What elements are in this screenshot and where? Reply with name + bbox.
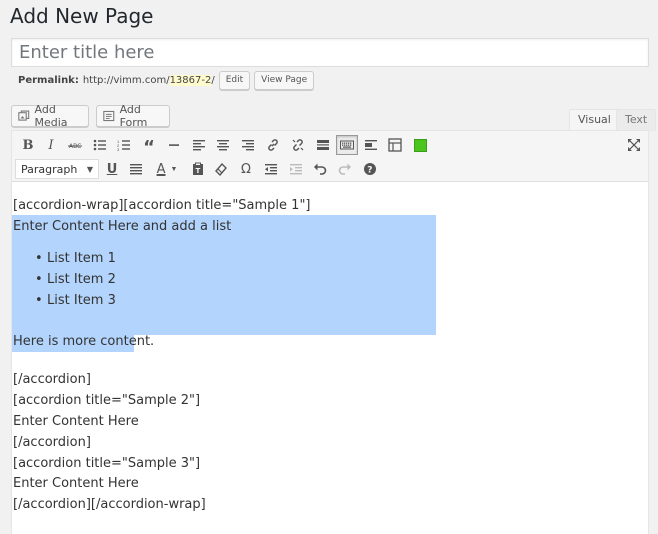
layout-button[interactable] <box>384 135 406 155</box>
svg-text:?: ? <box>367 166 372 176</box>
content-line: [/accordion][/accordion-wrap] <box>13 497 206 512</box>
permalink-row: Permalink: http://vimm.com/13867-2/ Edit… <box>18 70 315 90</box>
indent-icon <box>290 164 302 175</box>
special-character-button[interactable]: Ω <box>235 159 257 179</box>
content-line: Here is more content. <box>13 334 155 349</box>
fullscreen-button[interactable] <box>623 135 645 155</box>
permalink-label: Permalink: <box>18 74 79 86</box>
tab-text[interactable]: Text <box>616 109 657 131</box>
insert-link-button[interactable] <box>262 135 284 155</box>
list-item: List Item 2 <box>35 270 116 291</box>
link-icon <box>268 139 278 151</box>
omega-icon: Ω <box>241 161 251 177</box>
fullscreen-icon <box>628 139 640 151</box>
add-form-label: Add Form <box>119 103 148 129</box>
tab-visual[interactable]: Visual <box>569 109 620 131</box>
numbered-list-icon: 123 <box>117 139 130 152</box>
format-select[interactable]: Paragraph ▼ <box>15 159 99 179</box>
align-left-icon <box>193 140 205 151</box>
form-icon <box>103 110 115 122</box>
list-item: List Item 1 <box>35 249 116 270</box>
chevron-down-icon: ▼ <box>170 165 178 173</box>
redo-icon <box>338 163 351 175</box>
layout-icon <box>388 138 402 152</box>
align-center-icon <box>217 140 229 151</box>
outdent-icon <box>265 164 277 175</box>
content-line: [accordion-wrap][accordion title="Sample… <box>13 198 311 213</box>
view-page-button[interactable]: View Page <box>254 70 315 90</box>
outdent-button[interactable] <box>260 159 282 179</box>
bold-icon: B <box>22 137 34 153</box>
page-title: Add New Page <box>10 4 154 28</box>
remove-link-button[interactable] <box>287 135 309 155</box>
toolbar-toggle-button[interactable] <box>336 135 358 155</box>
text-color-button[interactable]: A ▼ <box>150 159 184 179</box>
list-item: List Item 3 <box>35 291 116 312</box>
justify-button[interactable] <box>125 159 147 179</box>
align-right-button[interactable] <box>237 135 259 155</box>
underline-button[interactable]: U <box>101 159 123 179</box>
underline-icon: U <box>106 161 118 177</box>
add-media-button[interactable]: Add Media <box>11 103 89 129</box>
italic-icon: I <box>48 137 54 153</box>
shortcode-button[interactable] <box>360 135 382 155</box>
help-button[interactable]: ? <box>359 159 381 179</box>
read-more-icon <box>317 140 329 150</box>
align-center-button[interactable] <box>212 135 234 155</box>
editor: B I ABC 123 “ Paragraph ▼ U A▼ T Ω ? <box>11 130 649 534</box>
undo-icon <box>314 163 327 175</box>
indent-button[interactable] <box>285 159 307 179</box>
read-more-button[interactable] <box>312 135 334 155</box>
strikethrough-button[interactable]: ABC <box>64 135 86 155</box>
content-line: [/accordion] <box>13 435 91 450</box>
content-line: Enter Content Here <box>13 414 139 429</box>
unlink-icon <box>292 139 304 151</box>
content-line: [accordion title="Sample 3"] <box>13 456 201 471</box>
keyboard-icon <box>340 140 354 150</box>
svg-text:T: T <box>196 167 201 175</box>
bullet-list-icon <box>93 139 106 151</box>
blockquote-button[interactable]: “ <box>138 135 160 158</box>
align-block-icon <box>365 140 377 150</box>
chevron-down-icon: ▼ <box>86 164 93 174</box>
format-select-value: Paragraph <box>21 162 78 176</box>
justify-icon <box>130 164 142 175</box>
editor-toolbar: B I ABC 123 “ Paragraph ▼ U A▼ T Ω ? <box>12 131 648 182</box>
content-line: Enter Content Here <box>13 476 139 491</box>
help-icon: ? <box>364 163 376 176</box>
add-form-button[interactable]: Add Form <box>96 103 170 129</box>
text-color-icon: A <box>156 161 166 177</box>
add-media-icon <box>18 110 30 121</box>
permalink-url-base: http://vimm.com/ <box>82 74 170 86</box>
align-right-icon <box>242 140 254 151</box>
add-media-label: Add Media <box>34 103 68 129</box>
content-line: [accordion title="Sample 2"] <box>13 393 201 408</box>
clipboard-icon: T <box>193 162 203 175</box>
bold-button[interactable]: B <box>17 135 39 155</box>
content-line: Enter Content Here and add a list <box>13 219 232 234</box>
permalink-suffix: / <box>211 74 215 86</box>
clear-formatting-button[interactable] <box>210 159 232 179</box>
content-line: [/accordion] <box>13 372 91 387</box>
green-square-icon <box>413 138 427 152</box>
permalink-edit-button[interactable]: Edit <box>218 70 251 90</box>
svg-text:3: 3 <box>117 147 120 152</box>
italic-button[interactable]: I <box>40 135 62 155</box>
undo-button[interactable] <box>309 159 331 179</box>
blockquote-icon: “ <box>143 137 155 158</box>
numbered-list-button[interactable]: 123 <box>113 135 135 155</box>
bullet-list-button[interactable] <box>89 135 111 155</box>
paste-text-button[interactable]: T <box>187 159 209 179</box>
horizontal-line-icon <box>169 144 179 146</box>
align-left-button[interactable] <box>188 135 210 155</box>
redo-button[interactable] <box>334 159 356 179</box>
title-input[interactable] <box>11 38 649 67</box>
strikethrough-icon: ABC <box>68 143 82 150</box>
horizontal-line-button[interactable] <box>163 135 185 155</box>
eraser-icon <box>215 162 227 176</box>
permalink-slug[interactable]: 13867-2 <box>169 74 212 86</box>
plugin-button[interactable] <box>409 135 431 155</box>
